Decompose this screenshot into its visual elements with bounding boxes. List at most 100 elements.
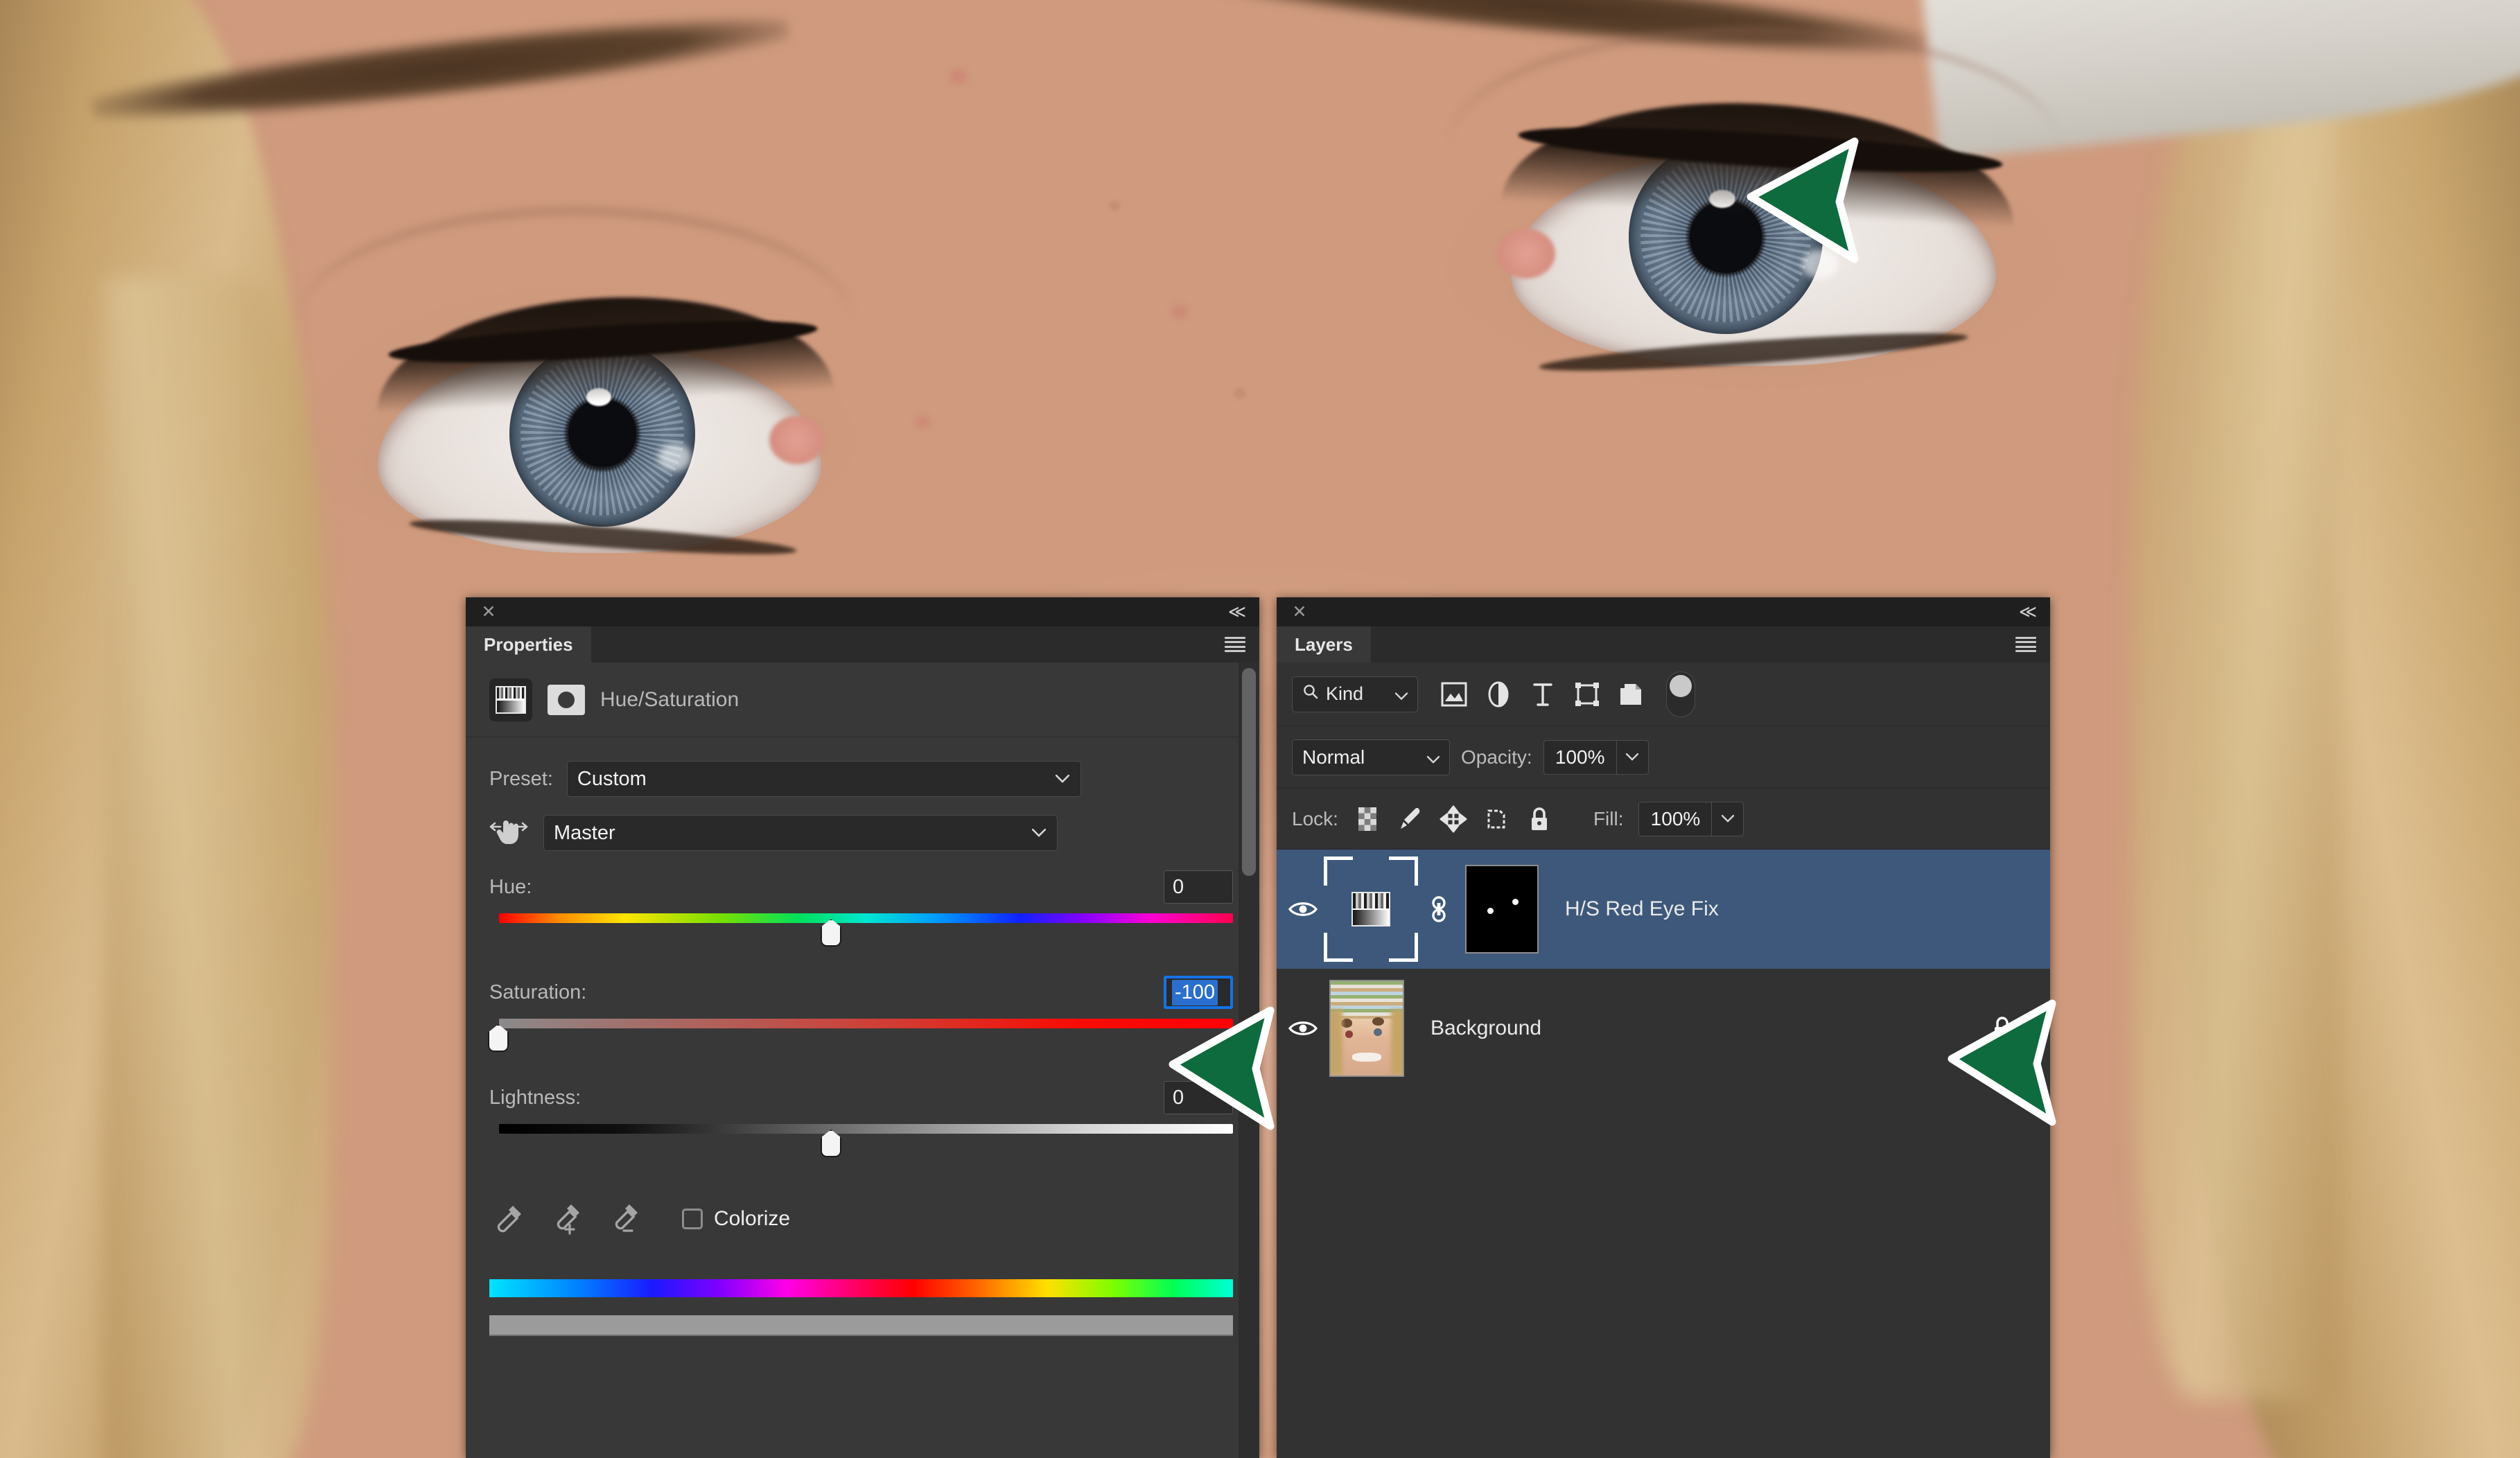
hue-slider-track-wrap[interactable] (489, 913, 1233, 958)
hue-saturation-thumbnail (1351, 892, 1390, 926)
colorize-label: Colorize (714, 1207, 791, 1230)
collapse-panel-icon[interactable]: ≪ (2019, 601, 2037, 622)
blend-mode-value: Normal (1302, 746, 1365, 768)
hue-slider-block: Hue: 0 (489, 870, 1233, 958)
saturation-value-field[interactable]: -100 (1164, 976, 1233, 1009)
eye-glint-soft-right (1802, 249, 1838, 279)
table-row[interactable]: Background (1277, 969, 2050, 1088)
hue-gradient-track (499, 913, 1233, 923)
blend-mode-row: Normal Opacity: 100% (1277, 726, 2050, 789)
mask-white-dot (1512, 899, 1519, 905)
layer-mask-thumbnail[interactable] (1465, 865, 1539, 954)
shape-icon[interactable] (1573, 680, 1601, 709)
move-arrows-icon[interactable] (1440, 805, 1467, 833)
tab-properties[interactable]: Properties (466, 626, 591, 662)
tear-duct-right (1497, 229, 1555, 279)
tear-duct-left (769, 416, 825, 464)
hue-saturation-glyph (496, 685, 526, 714)
filter-kind-select[interactable]: Kind (1292, 676, 1418, 712)
blend-mode-select[interactable]: Normal (1292, 739, 1450, 775)
opacity-stepper[interactable]: 100% (1543, 739, 1649, 775)
layers-panel-menu-icon[interactable] (2015, 637, 2036, 652)
padlock-icon[interactable] (1525, 805, 1553, 833)
mask-white-dot (1487, 908, 1494, 914)
tab-layers[interactable]: Layers (1277, 626, 1371, 662)
hue-slider-thumb[interactable] (821, 919, 841, 947)
hue-label: Hue: (489, 875, 532, 898)
properties-tab-label: Properties (484, 633, 573, 655)
saturation-slider-track-wrap[interactable] (488, 1019, 1233, 1063)
channel-select[interactable]: Master (543, 815, 1058, 851)
adjustment-range-bar[interactable] (489, 1315, 1233, 1336)
adjustment-thumbnail-cell[interactable] (1324, 857, 1418, 962)
chevron-down-icon (1426, 746, 1440, 768)
half-circle-icon[interactable] (1485, 680, 1512, 709)
collapse-panel-icon[interactable]: ≪ (1228, 601, 1246, 622)
eyedropper-plus-icon[interactable] (548, 1200, 585, 1238)
lightness-gradient-track (499, 1124, 1233, 1134)
colorize-checkbox[interactable]: Colorize (682, 1207, 790, 1231)
saturation-value: -100 (1172, 979, 1218, 1005)
eye-visibility-icon[interactable] (1282, 898, 1324, 920)
saturation-label: Saturation: (489, 981, 587, 1003)
chevron-down-icon (1394, 683, 1408, 705)
preset-select[interactable]: Custom (566, 761, 1081, 797)
filter-kind-label: Kind (1326, 683, 1364, 704)
lightness-slider-block: Lightness: 0 (489, 1081, 1233, 1168)
channel-value: Master (554, 821, 615, 844)
lock-row: Lock: Fill: 100% (1277, 789, 2050, 850)
hair-left-strands (104, 277, 333, 1458)
hue-saturation-icon[interactable] (489, 678, 532, 721)
layers-tabrow: Layers (1277, 626, 2050, 662)
mask-icon[interactable] (548, 684, 585, 715)
artboard-icon[interactable] (1482, 805, 1510, 833)
filter-enable-toggle[interactable] (1666, 671, 1695, 717)
lightness-value-field[interactable]: 0 (1164, 1081, 1233, 1114)
link-icon[interactable] (1426, 890, 1451, 928)
lightness-slider-thumb[interactable] (821, 1130, 841, 1157)
text-t-icon[interactable] (1529, 680, 1557, 709)
close-icon[interactable]: ✕ (1290, 603, 1309, 621)
selection-corner (1324, 857, 1353, 886)
layer-name[interactable]: H/S Red Eye Fix (1565, 897, 1719, 921)
fill-label: Fill: (1593, 807, 1624, 829)
hue-value: 0 (1173, 875, 1184, 898)
saturation-slider-thumb[interactable] (488, 1024, 509, 1052)
layers-body: Kind Normal Opacity: 100% Lock: Fill: 10… (1277, 662, 2050, 1458)
chevron-down-icon (1032, 829, 1046, 837)
chevron-down-icon[interactable] (1711, 802, 1743, 836)
fill-stepper[interactable]: 100% (1638, 801, 1744, 836)
opacity-value: 100% (1555, 746, 1605, 768)
chevron-down-icon[interactable] (1616, 740, 1648, 774)
properties-panel-menu-icon[interactable] (1225, 637, 1245, 652)
lightness-slider-track-wrap[interactable] (489, 1124, 1233, 1168)
image-icon[interactable] (1440, 680, 1468, 709)
eye-visibility-icon[interactable] (1282, 1017, 1324, 1039)
table-row[interactable]: H/S Red Eye Fix (1277, 850, 2050, 969)
pupil-left (568, 399, 636, 467)
properties-tabrow: Properties (466, 626, 1259, 662)
eyedropper-icon[interactable] (489, 1200, 527, 1238)
checkerboard-icon[interactable] (1354, 805, 1381, 833)
lightness-label: Lightness: (489, 1086, 581, 1109)
layer-name[interactable]: Background (1430, 1017, 1541, 1040)
properties-scroll-content: Preset: Custom Master Hue: 0 Saturation:… (466, 761, 1259, 1336)
on-image-adjust-hand-icon[interactable] (489, 814, 528, 852)
smart-object-icon[interactable] (1618, 680, 1645, 709)
properties-titlebar: ✕ ≪ (466, 597, 1259, 626)
properties-scrollbar-track[interactable] (1239, 662, 1259, 1458)
opacity-label: Opacity: (1461, 746, 1532, 768)
hue-value-field[interactable]: 0 (1164, 870, 1233, 904)
brush-icon[interactable] (1397, 805, 1424, 833)
skin-blemish (915, 416, 930, 428)
channel-row: Master (489, 814, 1259, 852)
skin-freckle (1234, 388, 1246, 399)
eyedropper-minus-icon[interactable] (606, 1200, 643, 1238)
skin-blemish (950, 69, 968, 85)
skin-freckle (1109, 201, 1120, 211)
close-icon[interactable]: ✕ (480, 603, 498, 621)
background-photo-thumbnail[interactable] (1329, 980, 1404, 1077)
preset-label: Preset: (489, 767, 553, 790)
properties-scrollbar-thumb[interactable] (1242, 668, 1256, 876)
photo-canvas (0, 0, 2520, 1458)
